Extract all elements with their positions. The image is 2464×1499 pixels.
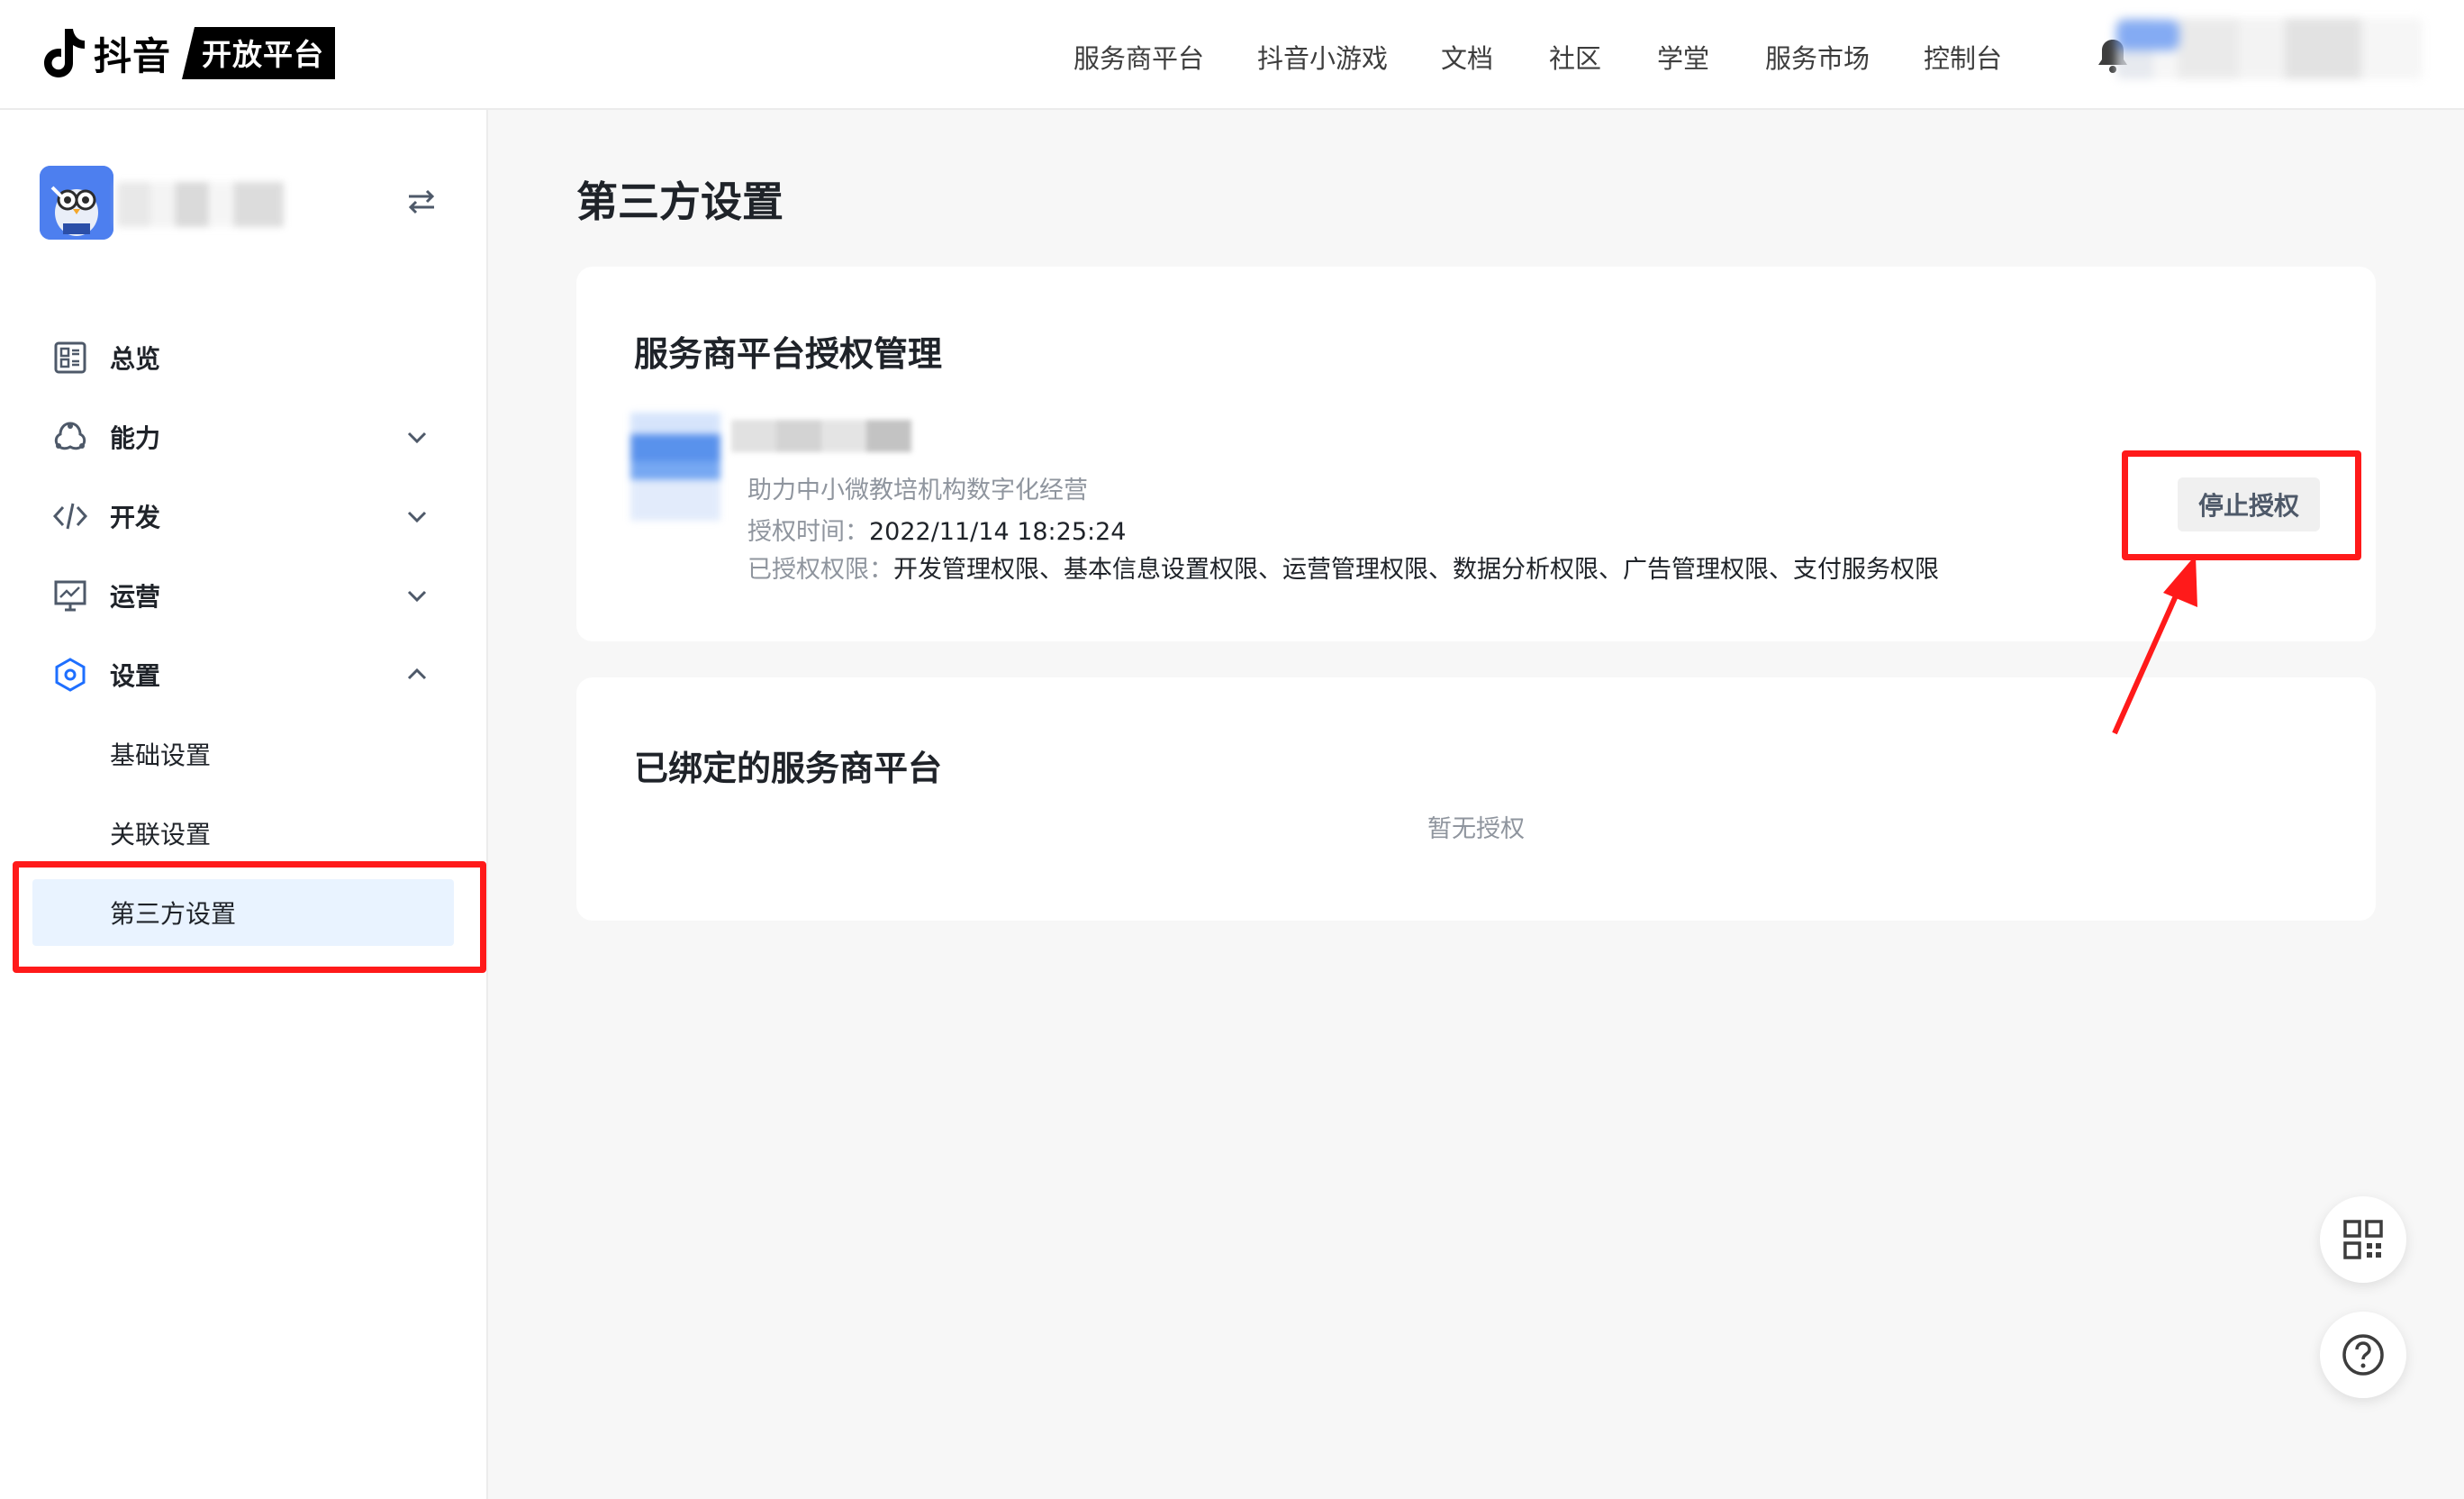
provider-logo bbox=[630, 413, 720, 521]
sidebar-item-capability[interactable]: 能力 bbox=[0, 405, 488, 468]
permissions-row: 已授权权限：开发管理权限、基本信息设置权限、运营管理权限、数据分析权限、广告管理… bbox=[747, 550, 1939, 585]
sidebar-item-label: 设置 bbox=[110, 661, 161, 691]
chevron-down-icon bbox=[407, 432, 427, 444]
settings-hexagon-icon bbox=[55, 658, 86, 692]
sidebar-item-label: 运营 bbox=[110, 582, 161, 612]
red-arrow-annotation bbox=[2112, 555, 2197, 735]
bound-card-title: 已绑定的服务商平台 bbox=[634, 749, 943, 788]
sidebar-item-label: 能力 bbox=[110, 423, 161, 453]
code-icon bbox=[52, 503, 88, 530]
logo-badge: 开放平台 bbox=[182, 27, 336, 79]
user-account-avatar[interactable] bbox=[2116, 18, 2423, 79]
qr-code-button[interactable] bbox=[2320, 1196, 2406, 1283]
highlight-box-sidebar bbox=[13, 861, 486, 973]
operation-chart-icon bbox=[54, 580, 86, 612]
auth-card-title: 服务商平台授权管理 bbox=[634, 334, 943, 374]
capability-icon bbox=[54, 422, 86, 450]
auth-time-row: 授权时间：2022/11/14 18:25:24 bbox=[747, 512, 1126, 547]
help-button[interactable] bbox=[2320, 1312, 2406, 1398]
permissions-value: 开发管理权限、基本信息设置权限、运营管理权限、数据分析权限、广告管理权限、支付服… bbox=[893, 556, 1939, 584]
logo-text: 抖音 bbox=[94, 33, 172, 78]
chevron-up-icon bbox=[407, 668, 427, 680]
switch-app-icon[interactable] bbox=[405, 187, 438, 216]
help-question-icon bbox=[2342, 1334, 2384, 1376]
douyin-open-platform-logo[interactable]: 抖音 开放平台 bbox=[38, 25, 336, 81]
top-navigation-bar: 抖音 开放平台 服务商平台 抖音小游戏 文档 社区 学堂 服务市场 控制台 bbox=[0, 0, 2464, 110]
auth-time-label: 授权时间： bbox=[747, 518, 869, 546]
provider-description: 助力中小微教培机构数字化经营 bbox=[747, 477, 1088, 504]
app-avatar bbox=[40, 166, 113, 240]
sidebar-item-label: 开发 bbox=[110, 503, 161, 532]
sidebar-item-settings[interactable]: 设置 bbox=[0, 643, 488, 706]
permissions-label: 已授权权限： bbox=[747, 556, 893, 584]
nav-mini-games[interactable]: 抖音小游戏 bbox=[1257, 38, 1388, 76]
page-title: 第三方设置 bbox=[576, 177, 784, 226]
sidebar-subitem-basic-settings[interactable]: 基础设置 bbox=[32, 721, 454, 787]
owl-mascot-icon bbox=[40, 166, 113, 240]
service-provider-auth-card: 服务商平台授权管理 助力中小微教培机构数字化经营 授权时间：2022/11/14… bbox=[576, 267, 2376, 641]
sidebar-subitem-label: 基础设置 bbox=[110, 740, 212, 770]
qr-code-icon bbox=[2343, 1220, 2383, 1259]
sidebar-item-development[interactable]: 开发 bbox=[0, 485, 488, 548]
bound-service-provider-card: 已绑定的服务商平台 暂无授权 bbox=[576, 677, 2376, 921]
provider-name bbox=[731, 420, 911, 452]
douyin-note-icon bbox=[44, 29, 85, 77]
overview-icon bbox=[54, 341, 86, 374]
app-name bbox=[117, 182, 284, 227]
empty-state-text: 暂无授权 bbox=[1427, 815, 1525, 843]
nav-academy[interactable]: 学堂 bbox=[1657, 38, 1709, 76]
nav-service-provider[interactable]: 服务商平台 bbox=[1073, 38, 1204, 76]
sidebar-item-operations[interactable]: 运营 bbox=[0, 564, 488, 627]
nav-service-market[interactable]: 服务市场 bbox=[1765, 38, 1870, 76]
auth-time-value: 2022/11/14 18:25:24 bbox=[869, 518, 1127, 546]
nav-docs[interactable]: 文档 bbox=[1441, 38, 1493, 76]
sidebar-item-label: 总览 bbox=[110, 344, 161, 374]
nav-community[interactable]: 社区 bbox=[1549, 38, 1601, 76]
sidebar-item-overview[interactable]: 总览 bbox=[0, 326, 488, 389]
highlight-box-stop-button bbox=[2122, 450, 2361, 560]
sidebar-subitem-association-settings[interactable]: 关联设置 bbox=[32, 800, 454, 867]
sidebar-subitem-label: 关联设置 bbox=[110, 820, 212, 849]
chevron-down-icon bbox=[407, 511, 427, 523]
nav-console[interactable]: 控制台 bbox=[1924, 38, 2002, 76]
sidebar: 总览 能力 开发 运营 设置 基础设置 关联设置 第三方设置 bbox=[0, 110, 488, 1499]
chevron-down-icon bbox=[407, 590, 427, 603]
